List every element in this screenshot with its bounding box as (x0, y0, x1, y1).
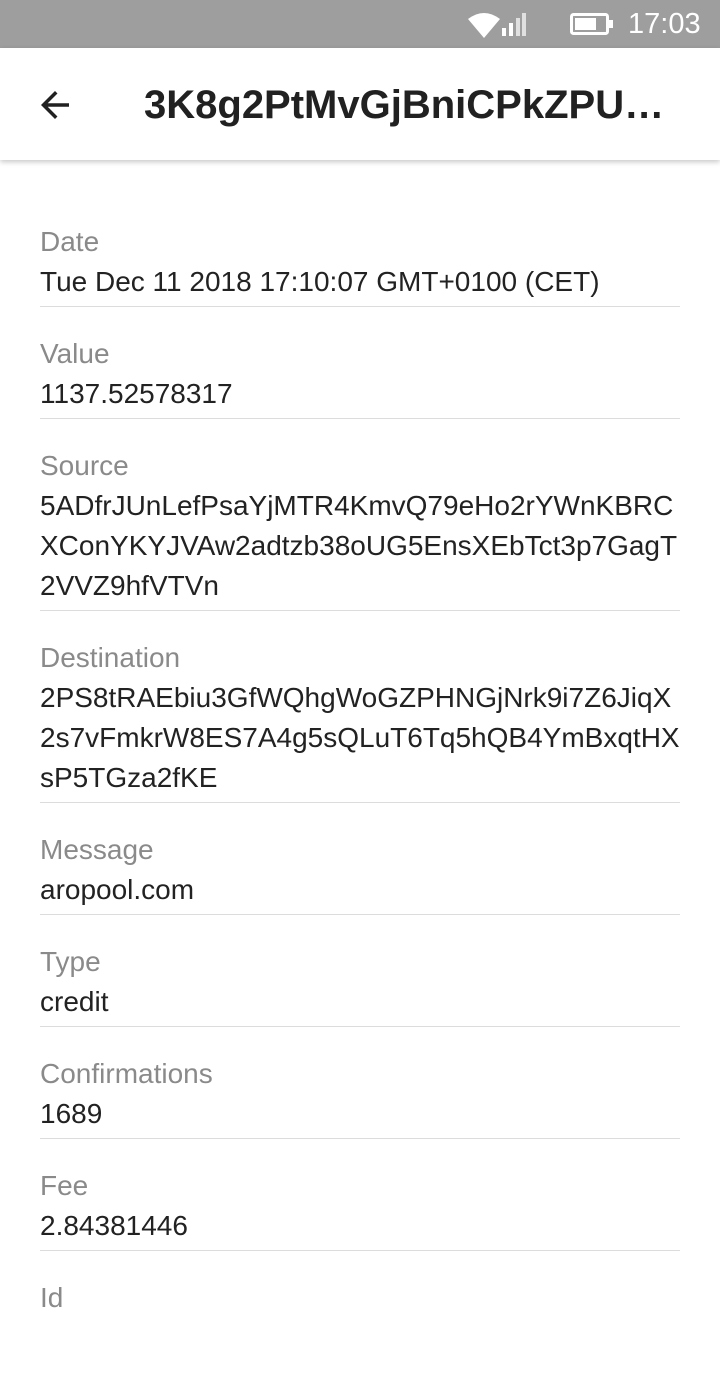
field-source: Source 5ADfrJUnLefPsaYjMTR4KmvQ79eHo2rYW… (40, 446, 680, 611)
battery-icon (570, 13, 613, 35)
field-value (40, 1318, 680, 1362)
field-confirmations: Confirmations 1689 (40, 1054, 680, 1139)
wifi-icon (468, 13, 500, 38)
field-destination: Destination 2PS8tRAEbiu3GfWQhgWoGZPHNGjN… (40, 638, 680, 803)
field-label: Confirmations (40, 1058, 213, 1089)
field-type: Type credit (40, 942, 680, 1027)
field-date: Date Tue Dec 11 2018 17:10:07 GMT+0100 (… (40, 222, 680, 307)
status-time: 17:03 (628, 8, 701, 40)
app-bar: 3K8g2PtMvGjBniCPkZPU… (0, 48, 720, 160)
field-label: Value (40, 338, 110, 369)
status-bar: 17:03 (0, 0, 720, 48)
signal-icon (502, 13, 526, 36)
field-value: Tue Dec 11 2018 17:10:07 GMT+0100 (CET) (40, 266, 600, 297)
field-label: Type (40, 946, 101, 977)
field-label: Date (40, 226, 100, 257)
field-label: Id (40, 1282, 64, 1313)
field-label: Message (40, 834, 154, 865)
field-value: 1689 (40, 1098, 103, 1129)
field-value: credit (40, 986, 109, 1017)
field-message: Message aropool.com (40, 830, 680, 915)
field-label: Destination (40, 642, 181, 673)
field-value: 2.84381446 (40, 1210, 188, 1241)
field-label: Source (40, 450, 129, 481)
field-id: Id (40, 1278, 680, 1362)
transaction-details: Date Tue Dec 11 2018 17:10:07 GMT+0100 (… (40, 160, 680, 1389)
field-label: Fee (40, 1170, 89, 1201)
page-title: 3K8g2PtMvGjBniCPkZPU… (144, 83, 665, 127)
field-value-amount: Value 1137.52578317 (40, 334, 680, 419)
field-value: aropool.com (40, 874, 195, 905)
field-value: 5ADfrJUnLefPsaYjMTR4KmvQ79eHo2rYWnKBRCXC… (40, 490, 678, 601)
field-value: 1137.52578317 (40, 378, 233, 409)
field-fee: Fee 2.84381446 (40, 1166, 680, 1251)
arrow-back-icon[interactable] (34, 84, 76, 126)
field-value: 2PS8tRAEbiu3GfWQhgWoGZPHNGjNrk9i7Z6JiqX2… (40, 682, 680, 793)
